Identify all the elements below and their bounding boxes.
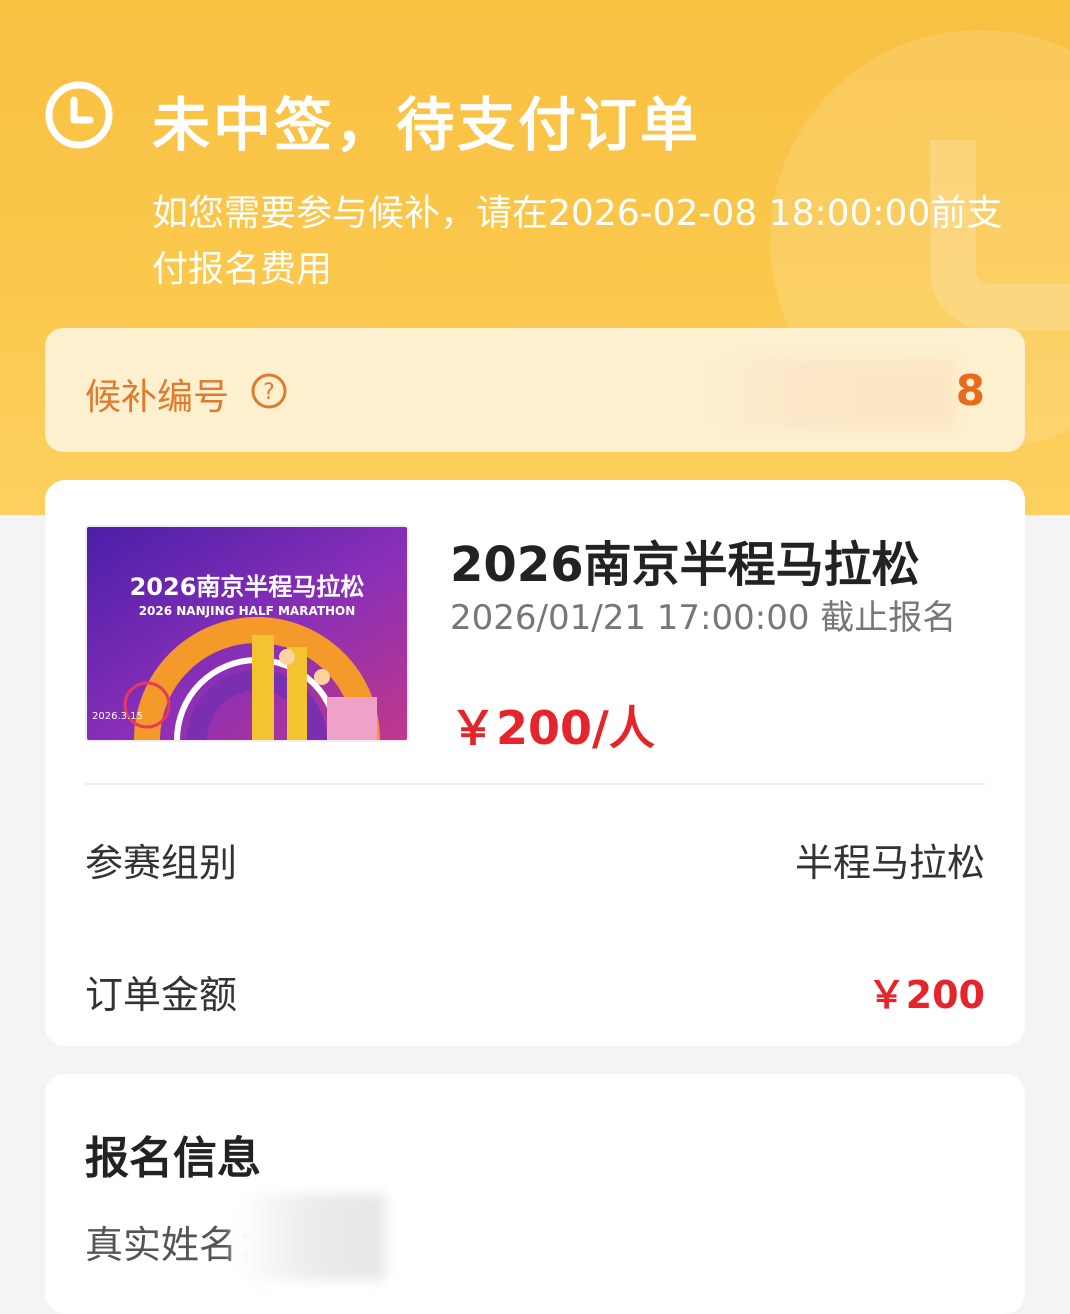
waitlist-number-label: 候补编号 xyxy=(85,377,230,418)
status-title: 未中签，待支付订单 xyxy=(152,91,702,159)
status-description: 如您需要参与候补，请在2026-02-08 18:00:00前支付报名费用 xyxy=(152,193,1003,290)
registration-info-title: 报名信息 xyxy=(85,1133,261,1184)
category-value: 半程马拉松 xyxy=(794,841,985,885)
clock-icon xyxy=(45,81,113,149)
registration-info-card: 报名信息 真实姓名： xyxy=(45,1074,1025,1314)
waitlist-number-value: 8 xyxy=(955,366,985,415)
divider xyxy=(85,783,985,785)
event-price: ￥200/人 xyxy=(450,701,655,755)
event-name: 2026南京半程马拉松 xyxy=(450,537,920,593)
help-icon[interactable]: ? xyxy=(250,372,288,410)
poster-subtitle: 2026 NANJING HALF MARATHON xyxy=(139,604,356,618)
order-amount-label: 订单金额 xyxy=(85,973,238,1017)
category-label: 参赛组别 xyxy=(85,841,238,885)
redacted-real-name xyxy=(235,1194,385,1280)
event-card[interactable]: 2026南京半程马拉松 2026 NANJING HALF MARATHON 2… xyxy=(45,480,1025,1046)
poster-date: 2026.3.15 xyxy=(92,711,143,722)
waitlist-number-card: 候补编号 ? 8 xyxy=(45,328,1025,452)
order-amount-value: ￥200 xyxy=(867,973,985,1017)
registration-deadline: 2026/01/21 17:00:00 截止报名 xyxy=(450,598,957,638)
event-poster: 2026南京半程马拉松 2026 NANJING HALF MARATHON 2… xyxy=(85,525,409,742)
redacted-waitlist-number xyxy=(705,358,955,428)
svg-text:?: ? xyxy=(263,380,275,405)
poster-title: 2026南京半程马拉松 xyxy=(130,573,365,601)
